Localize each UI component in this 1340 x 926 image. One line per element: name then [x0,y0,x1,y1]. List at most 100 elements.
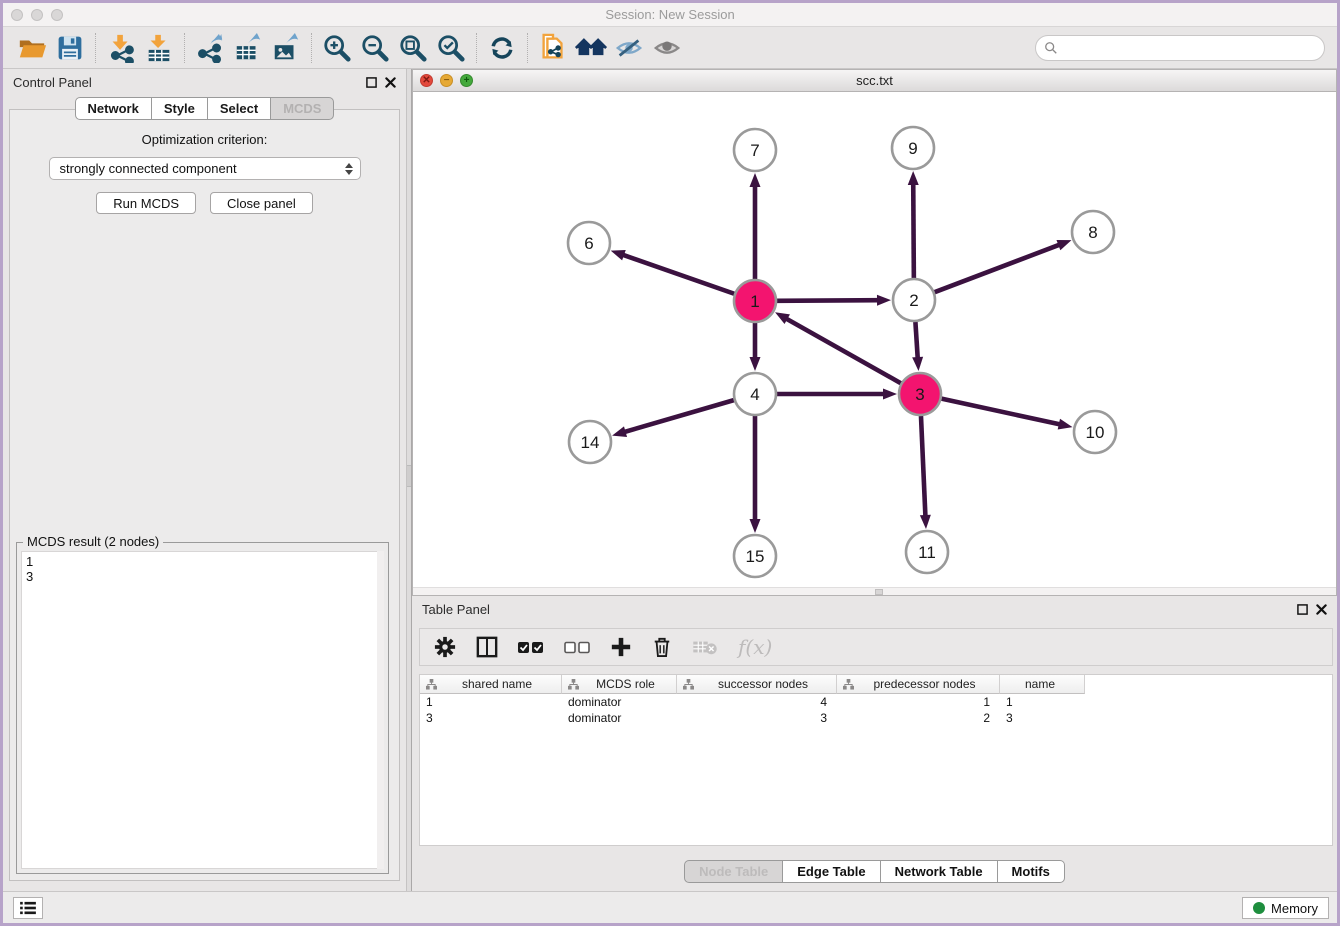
hscroll-handle[interactable] [875,589,883,595]
fit-content-button[interactable] [394,30,432,66]
tab-style[interactable]: Style [151,97,208,120]
graph-edge-arrow-4-15 [750,519,761,533]
graph-node-label-6: 6 [584,234,593,253]
graph-edge-3-11[interactable] [921,416,926,518]
save-session-button[interactable] [51,30,89,66]
import-table-button[interactable] [140,30,178,66]
main-area: Control Panel NetworkStyleSelectMCDS Opt… [3,69,1337,891]
plus-icon [610,636,632,658]
column-header-successor-nodes[interactable]: successor nodes [677,675,837,694]
show-panels-button[interactable] [13,897,43,919]
memory-button[interactable]: Memory [1242,897,1329,919]
toolbar-separator [95,33,96,63]
tab-network[interactable]: Network [75,97,152,120]
graph-edge-arrow-3-10 [1058,419,1073,430]
control-panel-title: Control Panel [13,75,366,90]
criterion-dropdown[interactable]: strongly connected component [49,157,361,180]
delete-table-button[interactable] [692,638,718,656]
graph-node-label-3: 3 [915,385,924,404]
zoom-selected-button[interactable] [432,30,470,66]
column-header-MCDS-role[interactable]: MCDS role [562,675,677,694]
search-input[interactable] [1058,38,1324,58]
graph-edge-2-9[interactable] [913,182,914,278]
table-cell[interactable]: dominator [562,694,677,710]
zoom-out-icon [360,33,390,63]
graph-edge-2-3[interactable] [915,322,917,360]
select-all-button[interactable] [518,640,544,654]
table-cell[interactable]: 2 [837,710,1000,726]
close-panel-button[interactable]: Close panel [210,192,313,214]
close-table-panel-icon[interactable] [1316,604,1327,615]
table-cell[interactable]: 3 [1000,710,1085,726]
delete-row-button[interactable] [652,636,672,658]
sort-hierarchy-icon [683,679,694,690]
splitter-grip[interactable] [407,465,411,487]
graph-edge-3-10[interactable] [941,399,1061,425]
table-row[interactable]: 1dominator411 [420,694,1332,710]
graph-edge-arrow-2-3 [912,357,923,371]
network-hscrollbar[interactable] [413,587,1336,595]
graph-edge-4-14[interactable] [623,400,734,432]
result-scrollbar[interactable] [377,551,384,869]
table-row[interactable]: 3dominator323 [420,710,1332,726]
table-cell[interactable]: 3 [677,710,837,726]
table-cell[interactable]: 4 [677,694,837,710]
graph-edge-arrow-1-7 [750,173,761,187]
hide-selected-button[interactable] [610,30,648,66]
import-network-button[interactable] [102,30,140,66]
zoom-out-button[interactable] [356,30,394,66]
function-builder-button[interactable]: f(x) [738,635,772,659]
optimization-criterion-label: Optimization criterion: [10,132,399,147]
table-cell[interactable]: dominator [562,710,677,726]
deselect-all-button[interactable] [564,640,590,654]
tab-select[interactable]: Select [207,97,271,120]
application-window: Session: New Session [0,0,1340,926]
graph-edge-3-1[interactable] [785,318,901,384]
refresh-button[interactable] [483,30,521,66]
node-table[interactable]: shared nameMCDS rolesuccessor nodesprede… [419,674,1333,846]
import-network-icon [106,33,136,63]
table-cell[interactable]: 1 [420,694,562,710]
graph-edge-arrow-2-9 [908,171,919,185]
column-header-name[interactable]: name [1000,675,1085,694]
network-canvas[interactable]: 7968124314101511 [413,92,1336,587]
mcds-result-list[interactable]: 1 3 [21,551,384,869]
graph-edge-arrow-1-2 [877,295,891,306]
table-settings-button[interactable] [434,636,456,658]
export-image-button[interactable] [267,30,305,66]
export-table-button[interactable] [229,30,267,66]
zoom-in-button[interactable] [318,30,356,66]
tab-node-table[interactable]: Node Table [684,860,783,883]
float-table-panel-icon[interactable] [1297,604,1308,615]
column-header-predecessor-nodes[interactable]: predecessor nodes [837,675,1000,694]
add-row-button[interactable] [610,636,632,658]
network-graph[interactable]: 7968124314101511 [413,92,1336,587]
tab-network-table[interactable]: Network Table [880,860,998,883]
network-window-titlebar: ✕ − + scc.txt [413,70,1336,92]
tab-edge-table[interactable]: Edge Table [782,860,880,883]
tab-motifs[interactable]: Motifs [997,860,1065,883]
first-neighbors-button[interactable] [572,30,610,66]
tab-mcds[interactable]: MCDS [270,97,334,120]
run-mcds-button[interactable]: Run MCDS [96,192,196,214]
graph-edge-1-2[interactable] [777,300,880,301]
show-columns-button[interactable] [476,636,498,658]
float-panel-icon[interactable] [366,77,377,88]
graph-edge-1-6[interactable] [621,254,734,294]
open-session-button[interactable] [13,30,51,66]
toolbar-separator [311,33,312,63]
mcds-panel: Optimization criterion: strongly connect… [9,109,400,881]
column-header-shared-name[interactable]: shared name [420,675,562,694]
export-network-button[interactable] [191,30,229,66]
search-box[interactable] [1035,35,1325,61]
dropdown-stepper-icon [342,163,356,175]
control-panel: Control Panel NetworkStyleSelectMCDS Opt… [3,69,406,891]
node-table-body: 1dominator4113dominator323 [420,694,1332,726]
show-all-button[interactable] [648,30,686,66]
copy-style-button[interactable] [534,30,572,66]
table-cell[interactable]: 3 [420,710,562,726]
table-cell[interactable]: 1 [837,694,1000,710]
table-cell[interactable]: 1 [1000,694,1085,710]
close-panel-icon[interactable] [385,77,396,88]
graph-edge-2-8[interactable] [935,244,1062,292]
